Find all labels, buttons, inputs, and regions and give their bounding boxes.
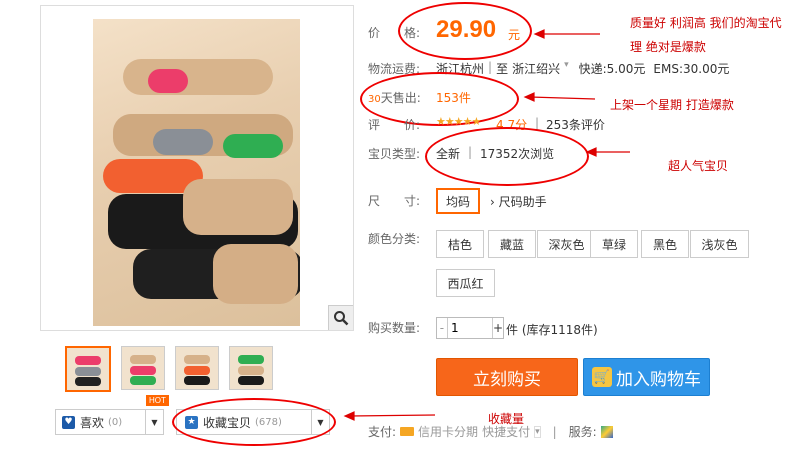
thumbnail-1[interactable] bbox=[65, 346, 111, 392]
thumbnail-4[interactable] bbox=[229, 346, 273, 390]
product-main-image[interactable] bbox=[40, 5, 354, 331]
annotation-text-5: 收藏量 bbox=[488, 412, 525, 426]
annotation-circle-collect bbox=[172, 398, 336, 446]
color-option-5[interactable]: 黑色 bbox=[641, 230, 689, 258]
shipping-ems: EMS:30.00元 bbox=[653, 62, 730, 76]
annotation-arrows bbox=[343, 29, 630, 421]
like-label: 喜欢 bbox=[80, 415, 105, 430]
chevron-down-icon[interactable]: ▼ bbox=[145, 410, 163, 434]
color-option-6[interactable]: 浅灰色 bbox=[690, 230, 749, 258]
product-photo bbox=[93, 19, 300, 326]
annotation-text-3: 上架一个星期 打造爆款 bbox=[610, 98, 734, 112]
annotation-text-4: 超人气宝贝 bbox=[668, 159, 729, 173]
annotation-text-2: 理 绝对是爆款 bbox=[630, 40, 706, 54]
hot-badge: HOT bbox=[146, 395, 169, 406]
thumbnail-3[interactable] bbox=[175, 346, 219, 390]
like-count: (0) bbox=[108, 416, 123, 428]
like-button[interactable]: ♥ 喜欢 (0) ▼ bbox=[55, 409, 164, 435]
heart-icon: ♥ bbox=[62, 415, 75, 429]
annotation-text-1: 质量好 利润高 我们的淘宝代 bbox=[630, 16, 782, 30]
thumbnail-2[interactable] bbox=[121, 346, 165, 390]
